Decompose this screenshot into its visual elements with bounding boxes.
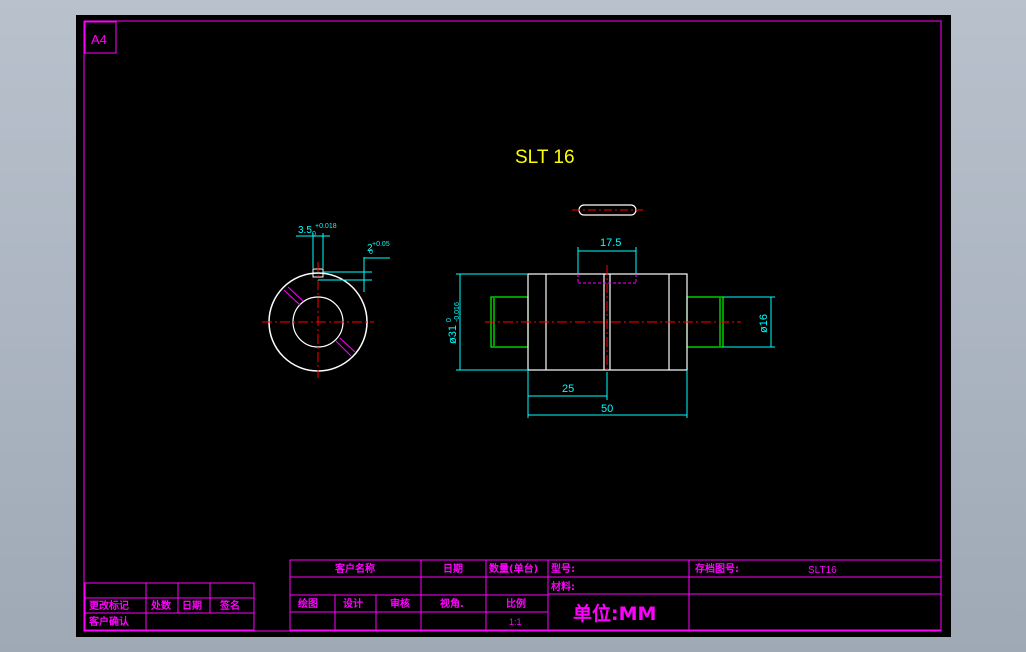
archive-no-value: SLT16 <box>808 565 837 576</box>
customer-confirm-label: 客户确认 <box>88 615 130 628</box>
date-label: 日期 <box>443 562 463 575</box>
sheet-size-label: A4 <box>91 32 107 47</box>
outer-diameter-dim: ø31 <box>447 325 459 344</box>
keyway-depth-tol-base: 0 <box>369 249 373 256</box>
drawing-sheet <box>76 15 951 637</box>
model-label: 型号: <box>551 562 575 575</box>
keyway-width-tol-base: 0 <box>312 231 316 238</box>
half-length-dim: 25 <box>562 383 574 395</box>
outer-diameter-tol-upper: 0 <box>446 318 453 322</box>
scale-label: 比例 <box>506 597 526 610</box>
location-label: 处数 <box>150 599 172 612</box>
cad-viewport: A4 SLT 16 3.5 +0.018 0 2 +0.05 0 17.5 25… <box>0 0 1026 652</box>
drawn-label: 绘图 <box>298 597 318 610</box>
total-length-dim: 50 <box>601 403 613 415</box>
slot-length-dim: 17.5 <box>600 237 621 249</box>
customer-name-label: 客户名称 <box>334 562 375 575</box>
change-mark-label: 更改标记 <box>89 599 129 612</box>
quantity-label: 数量(单台) <box>489 562 538 575</box>
material-label: 材料: <box>551 580 575 593</box>
unit-text: 单位:MM <box>573 602 656 625</box>
keyway-depth-tol: +0.05 <box>372 241 390 248</box>
archive-no-label: 存档图号: <box>695 562 739 575</box>
cad-drawing: A4 SLT 16 3.5 +0.018 0 2 +0.05 0 17.5 25… <box>76 15 951 637</box>
drawing-title: SLT 16 <box>515 147 575 168</box>
review-label: 审核 <box>390 597 410 610</box>
keyway-width-tol: +0.018 <box>315 223 337 230</box>
scale-value: 1:1 <box>509 617 522 627</box>
design-label: 设计 <box>343 597 363 610</box>
keyway-width-dim: 3.5 <box>298 225 312 236</box>
revision-date-label: 日期 <box>182 599 202 612</box>
signature-label: 签名 <box>219 599 240 612</box>
view-angle-label: 视角. <box>440 597 464 610</box>
outer-diameter-tol-lower: -0.016 <box>454 302 461 322</box>
shaft-diameter-dim: ø16 <box>758 314 770 333</box>
